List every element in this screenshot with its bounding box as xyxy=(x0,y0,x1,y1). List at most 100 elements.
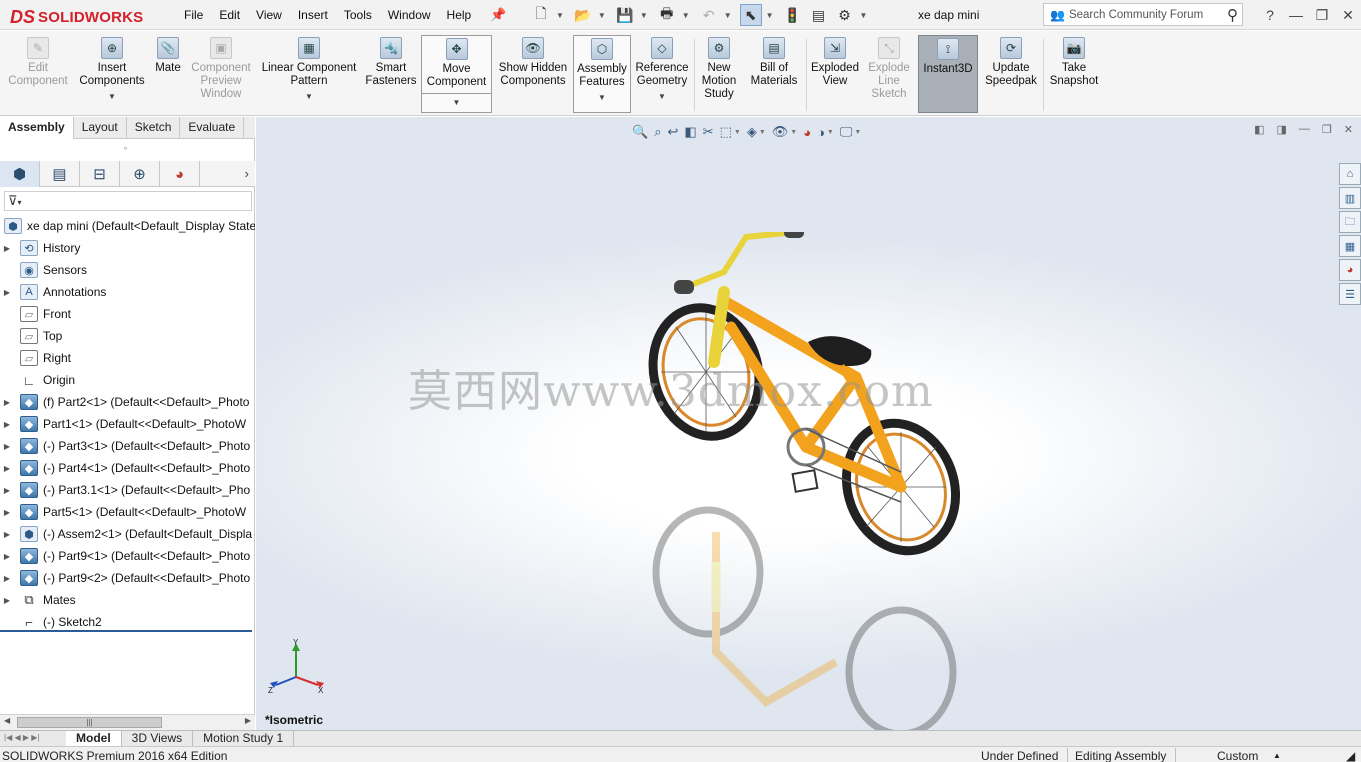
scrollbar-thumb[interactable]: ||| xyxy=(17,717,162,728)
chevron-up-icon[interactable]: ▲ xyxy=(1273,751,1281,760)
help-icon[interactable]: ? xyxy=(1257,7,1283,23)
view-settings-icon[interactable]: 🖵 xyxy=(840,124,853,140)
view-palette-icon[interactable]: ▦ xyxy=(1339,235,1361,257)
chevron-down-icon[interactable]: ▼ xyxy=(640,11,648,20)
previous-view-icon[interactable]: ↩ xyxy=(667,124,678,140)
filter-icon[interactable]: ⊽ xyxy=(8,193,18,208)
feature-manager-tree-icon[interactable]: ⬢ xyxy=(0,161,40,187)
mate-button[interactable]: 📎 Mate xyxy=(152,35,184,113)
display-manager-icon[interactable]: ◕ xyxy=(160,161,200,187)
tab-3d-views[interactable]: 3D Views xyxy=(122,731,194,747)
unit-system[interactable]: Custom xyxy=(1217,749,1258,762)
tree-item-right-plane[interactable]: ▱ Right xyxy=(0,347,255,369)
home-icon[interactable]: ⌂ xyxy=(1339,163,1361,185)
chevron-down-icon[interactable]: ▼ xyxy=(766,11,774,20)
menu-file[interactable]: File xyxy=(176,8,211,22)
zoom-to-fit-icon[interactable]: 🔍 xyxy=(632,124,648,140)
print-icon[interactable]: 🖶 xyxy=(656,4,678,26)
chevron-down-icon[interactable]: ▼ xyxy=(258,90,360,103)
menu-tools[interactable]: Tools xyxy=(336,8,380,22)
chevron-down-icon[interactable]: ▼ xyxy=(827,129,834,136)
tree-item-part[interactable]: ▶ ◆ (-) Part9<2> (Default<<Default>_Photo xyxy=(0,567,255,589)
tree-item-part[interactable]: ▶ ◆ (-) Part3.1<1> (Default<<Default>_Pho xyxy=(0,479,255,501)
pin-icon[interactable]: 📌 xyxy=(490,7,506,23)
options-gear-icon[interactable]: ⚙ xyxy=(834,4,856,26)
assembly-features-button[interactable]: ⬡ Assembly Features ▼ xyxy=(573,35,631,113)
scroll-right-icon[interactable]: ▶ xyxy=(245,716,251,725)
tree-item-part[interactable]: ▶ ◆ (-) Part3<1> (Default<<Default>_Photo xyxy=(0,435,255,457)
solidworks-logo[interactable]: DS SOLIDWORKS xyxy=(10,4,156,30)
property-manager-icon[interactable]: ▤ xyxy=(40,161,80,187)
menu-insert[interactable]: Insert xyxy=(290,8,336,22)
bill-of-materials-button[interactable]: ▤ Bill of Materials xyxy=(746,35,802,113)
search-icon[interactable]: ⚲ xyxy=(1227,6,1238,24)
chevron-down-icon[interactable]: ▼ xyxy=(790,129,797,136)
chevron-down-icon[interactable]: ▼ xyxy=(860,11,868,20)
tab-evaluate[interactable]: Evaluate xyxy=(180,117,245,139)
tree-root-assembly[interactable]: ⬢ xe dap mini (Default<Default_Display S… xyxy=(0,215,255,237)
edit-appearance-icon[interactable]: ◕ xyxy=(803,125,811,140)
select-cursor-icon[interactable]: ⬉ xyxy=(739,4,762,26)
expand-arrow-icon[interactable]: ▶ xyxy=(0,486,14,495)
smart-fasteners-button[interactable]: 🔩 Smart Fasteners xyxy=(364,35,418,113)
menu-window[interactable]: Window xyxy=(380,8,439,22)
viewport-restore-icon[interactable]: ❐ xyxy=(1322,123,1332,136)
new-document-icon[interactable]: 🗋 xyxy=(530,4,552,26)
expand-arrow-icon[interactable]: ▶ xyxy=(0,244,14,253)
expand-arrow-icon[interactable]: ▶ xyxy=(0,420,14,429)
dynamic-annotation-icon[interactable]: ✂ xyxy=(703,124,714,140)
tab-navigation-arrows[interactable]: |◀ ◀ ▶ ▶| xyxy=(0,731,66,746)
linear-component-pattern-button[interactable]: ▦ Linear Component Pattern ▼ xyxy=(258,35,360,113)
expand-arrow-icon[interactable]: ▶ xyxy=(0,574,14,583)
scroll-left-icon[interactable]: ◀ xyxy=(4,716,10,725)
minimize-button[interactable]: — xyxy=(1283,7,1309,23)
close-button[interactable]: ✕ xyxy=(1335,7,1361,24)
search-box[interactable]: 👥 Search Community Forum ⚲ xyxy=(1043,3,1243,26)
chevron-down-icon[interactable]: ▼ xyxy=(76,90,148,103)
explode-line-sketch-button[interactable]: ⤡ Explode Line Sketch xyxy=(864,35,914,113)
tab-layout[interactable]: Layout xyxy=(74,117,127,139)
restore-button[interactable]: ❐ xyxy=(1309,7,1335,24)
chevron-down-icon[interactable]: ▾ xyxy=(18,198,22,207)
chevron-down-icon[interactable]: ▼ xyxy=(556,11,564,20)
chevron-right-icon[interactable]: › xyxy=(245,166,249,181)
bicycle-3d-model[interactable] xyxy=(646,232,966,730)
undo-icon[interactable]: ↶ xyxy=(698,4,720,26)
graphics-area[interactable]: 🔍 ⌕ ↩ ◧ ✂ ⬚ ▼ ◈ ▼ 👁 ▼ ◕ ◑ ▼ 🖵 ▼ ◧ ◨ — ❐ ✕ ⌂ ▥… xyxy=(256,117,1361,730)
horizontal-scrollbar[interactable]: ◀ ||| ▶ xyxy=(0,714,255,730)
tree-item-part[interactable]: ▶ ◆ Part5<1> (Default<<Default>_PhotoW xyxy=(0,501,255,523)
design-library-icon[interactable]: ▥ xyxy=(1339,187,1361,209)
tab-model[interactable]: Model xyxy=(66,731,122,747)
save-icon[interactable]: 💾 xyxy=(614,4,636,26)
panel-grip-icon[interactable]: ⚬ xyxy=(122,144,129,153)
chevron-down-icon[interactable]: ▼ xyxy=(633,90,691,103)
expand-arrow-icon[interactable]: ▶ xyxy=(0,464,14,473)
expand-arrow-icon[interactable]: ▶ xyxy=(0,596,14,605)
expand-arrow-icon[interactable]: ▶ xyxy=(0,288,14,297)
tree-item-part[interactable]: ▶ ◆ Part1<1> (Default<<Default>_PhotoW xyxy=(0,413,255,435)
component-preview-window-button[interactable]: ▣ Component Preview Window xyxy=(188,35,254,113)
tree-item-part[interactable]: ▶ ◆ (-) Part9<1> (Default<<Default>_Photo xyxy=(0,545,255,567)
display-style-icon[interactable]: ◈ xyxy=(747,124,757,140)
tab-motion-study-1[interactable]: Motion Study 1 xyxy=(193,731,295,747)
viewport-split-left-icon[interactable]: ◧ xyxy=(1254,123,1264,136)
open-folder-icon[interactable]: 📂 xyxy=(572,4,594,26)
tab-assembly[interactable]: Assembly xyxy=(0,117,74,139)
dimxpert-manager-icon[interactable]: ⊕ xyxy=(120,161,160,187)
update-speedpak-button[interactable]: ⟳ Update Speedpak xyxy=(982,35,1040,113)
chevron-down-icon[interactable]: ▼ xyxy=(682,11,690,20)
chevron-down-icon[interactable]: ▼ xyxy=(574,91,630,104)
edit-component-button[interactable]: ✎ Edit Component xyxy=(4,35,72,113)
insert-components-button[interactable]: ⊕ Insert Components ▼ xyxy=(76,35,148,113)
expand-arrow-icon[interactable]: ▶ xyxy=(0,442,14,451)
chevron-down-icon[interactable]: ▼ xyxy=(598,11,606,20)
hide-show-items-icon[interactable]: 👁 xyxy=(772,124,789,140)
instant3d-button[interactable]: ⟟ Instant3D xyxy=(918,35,978,113)
rebuild-traffic-light-icon[interactable]: 🚦 xyxy=(782,4,804,26)
tree-item-mates[interactable]: ▶ ⧉ Mates xyxy=(0,589,255,611)
chevron-down-icon[interactable]: ▼ xyxy=(734,129,741,136)
chevron-down-icon[interactable]: ▼ xyxy=(422,93,491,109)
chevron-down-icon[interactable]: ▼ xyxy=(854,129,861,136)
expand-arrow-icon[interactable]: ▶ xyxy=(0,552,14,561)
viewport-split-right-icon[interactable]: ◨ xyxy=(1277,123,1287,136)
